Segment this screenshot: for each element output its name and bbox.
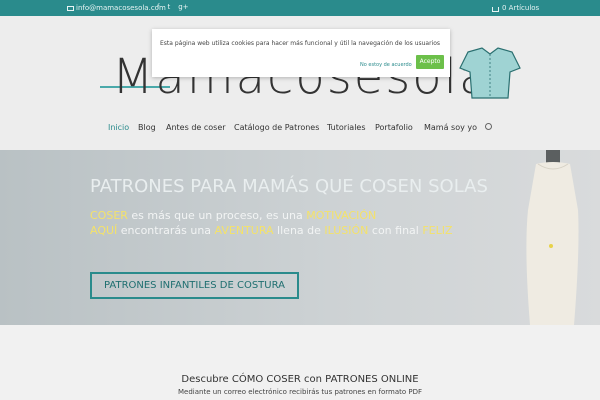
cart-link[interactable]: 0 Artículos [492,4,539,12]
cart-icon [492,6,499,12]
nav-item-tutoriales[interactable]: Tutoriales [327,123,366,132]
section-title: Descubre CÓMO COSER con PATRONES ONLINE [181,374,419,385]
email-link[interactable]: info@mamacosesola.com [67,4,166,12]
twitter-icon[interactable]: t [167,3,170,11]
hero-word: MOTIVACIÓN [306,209,377,222]
nav-item-catalogo[interactable]: Catálogo de Patrones [234,123,319,132]
social-links: f t g+ [157,3,189,11]
hero-text: es más que un proceso, es una [127,209,307,222]
hero-word: AQUÍ [90,224,118,237]
cookie-decline-link[interactable]: No estoy de acuerdo [360,62,412,68]
patrones-cta-button[interactable]: PATRONES INFANTILES DE COSTURA [90,272,299,299]
cookie-banner: Esta página web utiliza cookies para hac… [152,29,450,77]
hero-word: FELIZ [422,224,453,237]
intro-section: Descubre CÓMO COSER con PATRONES ONLINE … [0,325,600,400]
hero-text: encontrarás una [117,224,215,237]
hero-word: COSER [90,209,128,222]
nav-item-antes-de-coser[interactable]: Antes de coser [166,123,226,132]
facebook-icon[interactable]: f [157,3,159,11]
email-text: info@mamacosesola.com [76,4,166,12]
hero-text: con final [368,224,423,237]
hero-word: AVENTURA [214,224,274,237]
shirt-logo-icon [459,47,521,99]
nav-item-portafolio[interactable]: Portafolio [375,123,413,132]
cookie-accept-button[interactable]: Acepto [416,55,444,69]
nav-item-mama-soy-yo[interactable]: Mamá soy yo [424,123,477,132]
dress-form-image [526,150,579,325]
top-bar: info@mamacosesola.com f t g+ 0 Artículos [0,0,600,16]
nav-item-blog[interactable]: Blog [138,123,156,132]
cookie-message: Esta página web utiliza cookies para hac… [160,40,441,47]
cart-count: 0 Artículos [502,4,540,12]
search-icon[interactable] [485,123,492,130]
hero-banner: PATRONES PARA MAMÁS QUE COSEN SOLAS COSE… [0,150,600,325]
hero-word: ILUSIÓN [324,224,369,237]
nav-item-inicio[interactable]: Inicio [108,123,129,132]
hero-tagline-1: COSER es más que un proceso, es una MOTI… [90,209,376,222]
hero-text: llena de [273,224,325,237]
google-plus-icon[interactable]: g+ [178,3,188,11]
envelope-icon [67,5,74,11]
hero-tagline-2: AQUÍ encontrarás una AVENTURA llena de I… [90,224,453,237]
section-subtitle: Mediante un correo electrónico recibirás… [177,388,423,396]
hero-heading: PATRONES PARA MAMÁS QUE COSEN SOLAS [90,176,488,197]
main-nav: Inicio Blog Antes de coser Catálogo de P… [0,123,600,135]
